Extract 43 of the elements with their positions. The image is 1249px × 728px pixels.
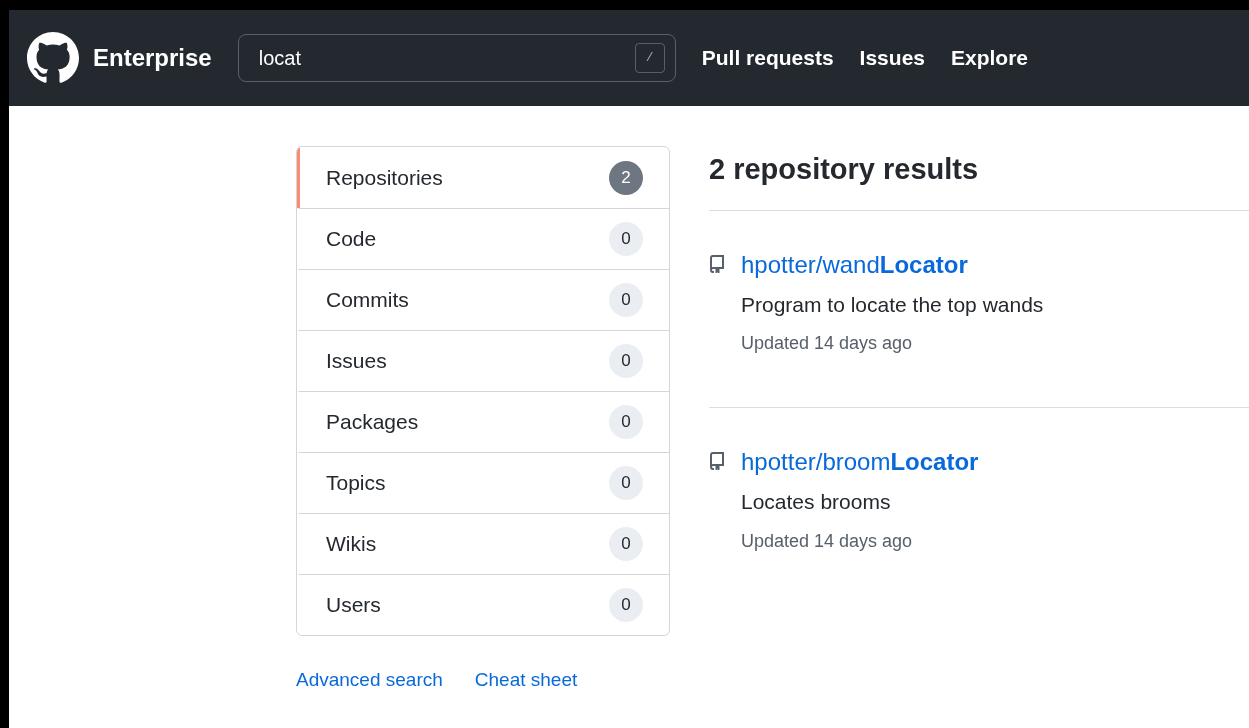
filter-item[interactable]: Packages 0 xyxy=(297,391,669,452)
count-badge: 0 xyxy=(609,283,643,317)
filter-item[interactable]: Users 0 xyxy=(297,574,669,635)
repo-description: Locates brooms xyxy=(741,489,892,515)
filter-item[interactable]: Wikis 0 xyxy=(297,513,669,574)
octocat-logo-icon[interactable] xyxy=(27,32,79,84)
filter-item[interactable]: Issues 0 xyxy=(297,330,669,391)
updated-time: Updated 14 days ago xyxy=(741,332,914,355)
count-badge: 0 xyxy=(609,466,643,500)
count-badge: 2 xyxy=(609,160,643,195)
nav-link[interactable]: Explore xyxy=(951,42,1029,74)
filter-label: Repositories xyxy=(326,164,443,191)
filter-label: Issues xyxy=(326,348,387,375)
footer-link[interactable]: Advanced search xyxy=(296,666,443,695)
results-heading: 2 repository results xyxy=(709,146,1249,211)
updated-time: Updated 14 days ago xyxy=(741,529,914,553)
shortcut-key: / xyxy=(634,43,665,73)
filter-item[interactable]: Commits 0 xyxy=(297,269,669,330)
filter-item[interactable]: Repositories 2 xyxy=(297,147,669,208)
filter-label: Commits xyxy=(326,287,409,314)
count-badge: 0 xyxy=(609,344,643,378)
footer-link[interactable]: Cheat sheet xyxy=(474,666,578,695)
search-field[interactable]: locat / xyxy=(237,34,676,82)
count-badge: 0 xyxy=(609,527,643,561)
filter-item[interactable]: Topics 0 xyxy=(297,452,669,513)
repo-icon xyxy=(709,254,725,273)
repo-icon xyxy=(709,452,725,470)
filter-label: Wikis xyxy=(326,531,377,558)
filter-label: Topics xyxy=(326,470,386,497)
repo-link[interactable]: hpotter/broomLocator xyxy=(741,444,979,480)
nav-link[interactable]: Pull requests xyxy=(701,42,834,74)
repo-link[interactable]: hpotter/wandLocator xyxy=(741,246,1044,283)
filter-label: Packages xyxy=(326,409,419,436)
repo-description: Program to locate the top wands xyxy=(741,291,1044,318)
nav-link[interactable]: Issues xyxy=(859,42,925,74)
filter-label: Users xyxy=(326,592,381,619)
count-badge: 0 xyxy=(609,405,643,439)
search-input[interactable]: locat xyxy=(258,43,635,73)
count-badge: 0 xyxy=(609,588,643,622)
count-badge: 0 xyxy=(609,222,643,256)
brand-name[interactable]: Enterprise xyxy=(93,40,212,76)
filter-label: Code xyxy=(326,226,377,253)
filter-item[interactable]: Code 0 xyxy=(297,208,669,269)
